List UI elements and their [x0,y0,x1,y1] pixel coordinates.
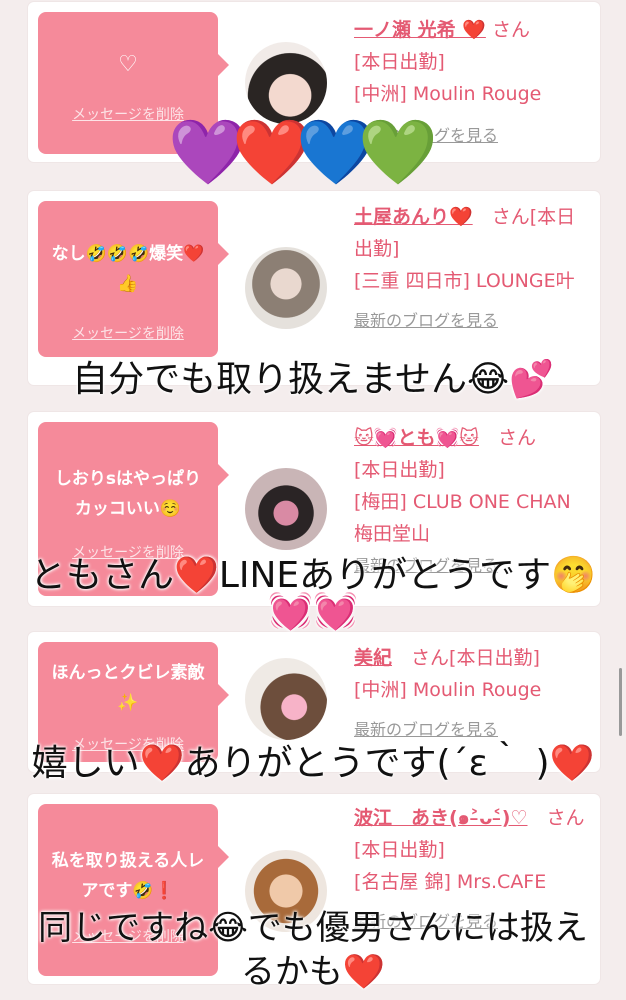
scrollbar[interactable] [619,668,622,736]
message-text: しおりsはやっぱりカッコいい☺️ [54,469,202,519]
message-text: ほんっとクビレ素敵✨ [51,663,205,713]
message-bubble: なし🤣🤣🤣爆笑❤️👍 メッセージを削除 [38,201,229,357]
avatar[interactable] [245,247,327,329]
avatar[interactable] [245,658,327,740]
blog-link[interactable]: 最新のブログを見る [354,305,594,337]
message-text: ♡ [118,52,138,77]
cast-name-link[interactable]: 美紀 [354,647,392,669]
caption-text: 嬉しい❤️ありがとうです(´ε｀ )❤️ [31,743,595,784]
shop-text: [中洲] Moulin Rouge [354,83,542,105]
status-text: [本日出勤] [354,459,445,481]
avatar[interactable] [245,468,327,550]
cast-name-link[interactable]: 波江 あき(๑˃̵ᴗ˂̵)♡ [354,807,528,829]
message-text: 私を取り扱える人レアです🤣❗️ [51,851,205,901]
caption-text: 💓💓 [268,591,358,632]
cast-name-link[interactable]: 一ノ瀬 光希 ❤️ [354,19,486,41]
message-text: なし🤣🤣🤣爆笑❤️👍 [51,244,205,294]
caption-text: るかも❤️ [240,952,386,992]
cast-name-link[interactable]: 🐱💓とも💓🐱 [354,427,479,449]
caption-text: 自分でも取り扱えません😂💕 [72,359,554,400]
caption-text: 同じですね😂でも優男さんには扱え [38,908,588,948]
shop-text: [梅田] CLUB ONE CHAN 梅田堂山 [354,491,571,545]
status-text: [本日出勤] [354,51,445,73]
green-heart-icon: 💚 [358,116,438,190]
cast-name-link[interactable]: 土屋あんり❤️ [354,206,473,228]
shop-text: [名古屋 錦] Mrs.CAFE [354,871,547,893]
delete-message-link[interactable]: メッセージを削除 [38,323,218,343]
shop-text: [三重 四日市] LOUNGE叶 [354,270,575,292]
shop-text: [中洲] Moulin Rouge [354,679,542,701]
avatar[interactable] [245,42,327,124]
